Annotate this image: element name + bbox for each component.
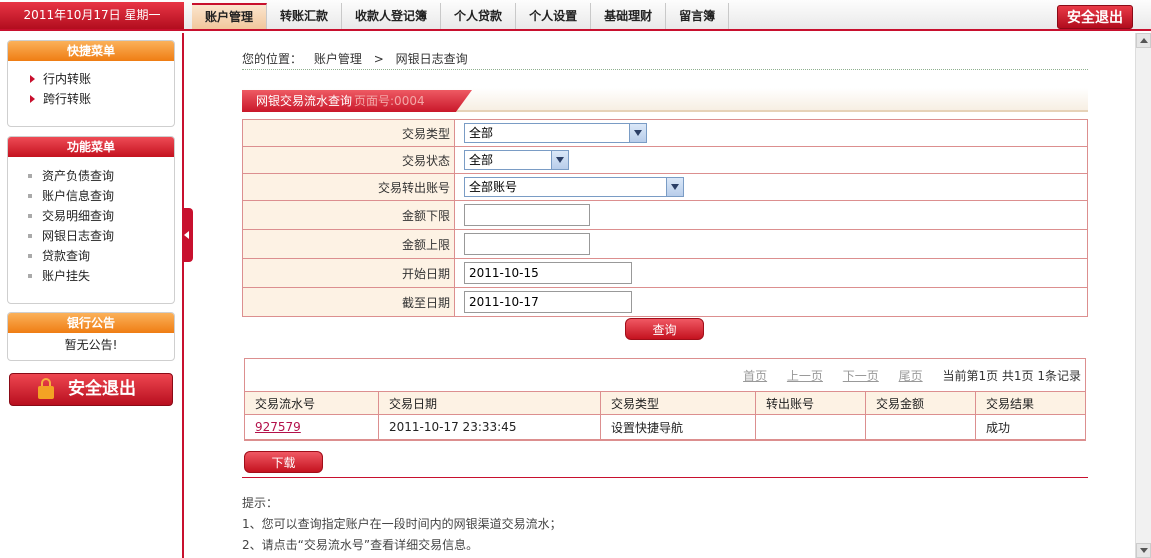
start-date-label: 开始日期 [242, 258, 455, 288]
row-date: 2011-10-17 23:33:45 [378, 414, 601, 440]
logout-button-side[interactable]: 安全退出 [9, 373, 173, 406]
tips: 提示： 1、您可以查询指定账户在一段时间内的网银渠道交易流水； 2、请点击“交易… [242, 493, 562, 556]
chevron-down-icon [666, 178, 683, 196]
main-nav: 账户管理 转账汇款 收款人登记簿 个人贷款 个人设置 基础理财 留言簿 [192, 3, 730, 29]
nav-wealth[interactable]: 基础理财 [591, 3, 667, 29]
bullet-icon [28, 234, 32, 238]
section-title: 网银交易流水查询 页面号:0004 [242, 90, 472, 112]
func-item-transaction-details[interactable]: 交易明细查询 [28, 206, 174, 226]
tips-title: 提示： [242, 496, 279, 510]
row-type: 设置快捷导航 [600, 414, 756, 440]
arrow-right-icon [30, 95, 35, 103]
sidebar: 快捷菜单 行内转账 跨行转账 功能菜单 资产负债查询 账户信息查询 交易明细查询… [0, 33, 184, 558]
function-menu-panel: 功能菜单 资产负债查询 账户信息查询 交易明细查询 网银日志查询 贷款查询 账户… [7, 136, 175, 304]
sidebar-collapse-toggle[interactable] [182, 208, 193, 262]
chevron-down-icon [629, 124, 646, 142]
max-amount-input[interactable] [464, 233, 590, 255]
query-form: 交易类型 全部 交易状态 全部 交易转出账号 全部账号 金额下限 金额上限 开始… [242, 119, 1088, 317]
tips-line-2: 2、请点击“交易流水号”查看详细交易信息。 [242, 538, 479, 552]
query-button[interactable]: 查询 [625, 318, 704, 340]
func-item-loan-query[interactable]: 贷款查询 [28, 246, 174, 266]
quick-menu-title: 快捷菜单 [8, 41, 174, 61]
breadcrumb: 您的位置： 账户管理 > 网银日志查询 [242, 50, 1088, 70]
col-result: 交易结果 [975, 391, 1086, 415]
func-item-ebank-log[interactable]: 网银日志查询 [28, 226, 174, 246]
bullet-icon [28, 254, 32, 258]
bullet-icon [28, 194, 32, 198]
row-account [755, 414, 866, 440]
nav-transfer[interactable]: 转账汇款 [267, 3, 343, 29]
type-select[interactable]: 全部 [464, 123, 647, 143]
nav-account-management[interactable]: 账户管理 [192, 3, 268, 29]
pager-last[interactable]: 尾页 [899, 369, 923, 383]
nav-personal-loan[interactable]: 个人贷款 [441, 3, 517, 29]
section-header: 网银交易流水查询 页面号:0004 [242, 88, 1088, 112]
func-item-assets[interactable]: 资产负债查询 [28, 166, 174, 186]
chevron-down-icon [551, 151, 568, 169]
pagination: 首页 上一页 下一页 尾页 当前第1页 共1页 1条记录 [743, 367, 1081, 384]
col-account: 转出账号 [755, 391, 866, 415]
scroll-down-icon[interactable] [1136, 543, 1151, 558]
nav-personal-settings[interactable]: 个人设置 [516, 3, 592, 29]
arrow-right-icon [30, 75, 35, 83]
max-amount-label: 金额上限 [242, 229, 455, 259]
serial-link[interactable]: 927579 [255, 420, 301, 434]
vertical-scrollbar[interactable] [1135, 33, 1151, 558]
status-select[interactable]: 全部 [464, 150, 569, 170]
func-item-report-loss[interactable]: 账户挂失 [28, 266, 174, 286]
quick-menu-item-intra-transfer[interactable]: 行内转账 [30, 69, 174, 89]
row-result: 成功 [975, 414, 1086, 440]
status-label: 交易状态 [242, 146, 455, 174]
bullet-icon [28, 174, 32, 178]
pager-next[interactable]: 下一页 [843, 369, 879, 383]
col-type: 交易类型 [600, 391, 756, 415]
account-select[interactable]: 全部账号 [464, 177, 684, 197]
logout-button-top[interactable]: 安全退出 [1057, 5, 1133, 29]
pager-first[interactable]: 首页 [743, 369, 767, 383]
scroll-up-icon[interactable] [1136, 33, 1151, 48]
page-number: 页面号:0004 [354, 94, 425, 108]
min-amount-label: 金额下限 [242, 200, 455, 230]
breadcrumb-level2: 网银日志查询 [395, 52, 468, 66]
divider [242, 477, 1088, 478]
end-date-label: 截至日期 [242, 287, 455, 317]
notice-panel: 银行公告 暂无公告! [7, 312, 175, 361]
current-date: 2011年10月17日 星期一 [0, 2, 184, 29]
quick-menu-item-inter-transfer[interactable]: 跨行转账 [30, 89, 174, 109]
account-label: 交易转出账号 [242, 173, 455, 201]
lock-icon [38, 378, 54, 400]
func-item-account-info[interactable]: 账户信息查询 [28, 186, 174, 206]
breadcrumb-level1[interactable]: 账户管理 [314, 52, 362, 66]
col-serial: 交易流水号 [244, 391, 379, 415]
quick-menu-panel: 快捷菜单 行内转账 跨行转账 [7, 40, 175, 127]
table-row: 927579 2011-10-17 23:33:45 设置快捷导航 成功 [244, 414, 1086, 440]
nav-guestbook[interactable]: 留言簿 [666, 3, 730, 29]
download-button[interactable]: 下载 [244, 451, 323, 473]
tips-line-1: 1、您可以查询指定账户在一段时间内的网银渠道交易流水； [242, 517, 562, 531]
pager-info: 当前第1页 共1页 1条记录 [942, 369, 1081, 383]
top-bar: 2011年10月17日 星期一 账户管理 转账汇款 收款人登记簿 个人贷款 个人… [0, 0, 1151, 31]
pager-prev[interactable]: 上一页 [787, 369, 823, 383]
row-amount [865, 414, 976, 440]
bullet-icon [28, 214, 32, 218]
function-menu-title: 功能菜单 [8, 137, 174, 157]
nav-payee-register[interactable]: 收款人登记簿 [342, 3, 442, 29]
results-table: 交易流水号 交易日期 交易类型 转出账号 交易金额 交易结果 927579 20… [244, 391, 1086, 440]
type-label: 交易类型 [242, 119, 455, 147]
end-date-input[interactable]: 2011-10-17 [464, 291, 632, 313]
min-amount-input[interactable] [464, 204, 590, 226]
notice-title: 银行公告 [8, 313, 174, 333]
col-amount: 交易金额 [865, 391, 976, 415]
notice-text: 暂无公告! [8, 333, 174, 357]
bullet-icon [28, 274, 32, 278]
start-date-input[interactable]: 2011-10-15 [464, 262, 632, 284]
col-date: 交易日期 [378, 391, 601, 415]
